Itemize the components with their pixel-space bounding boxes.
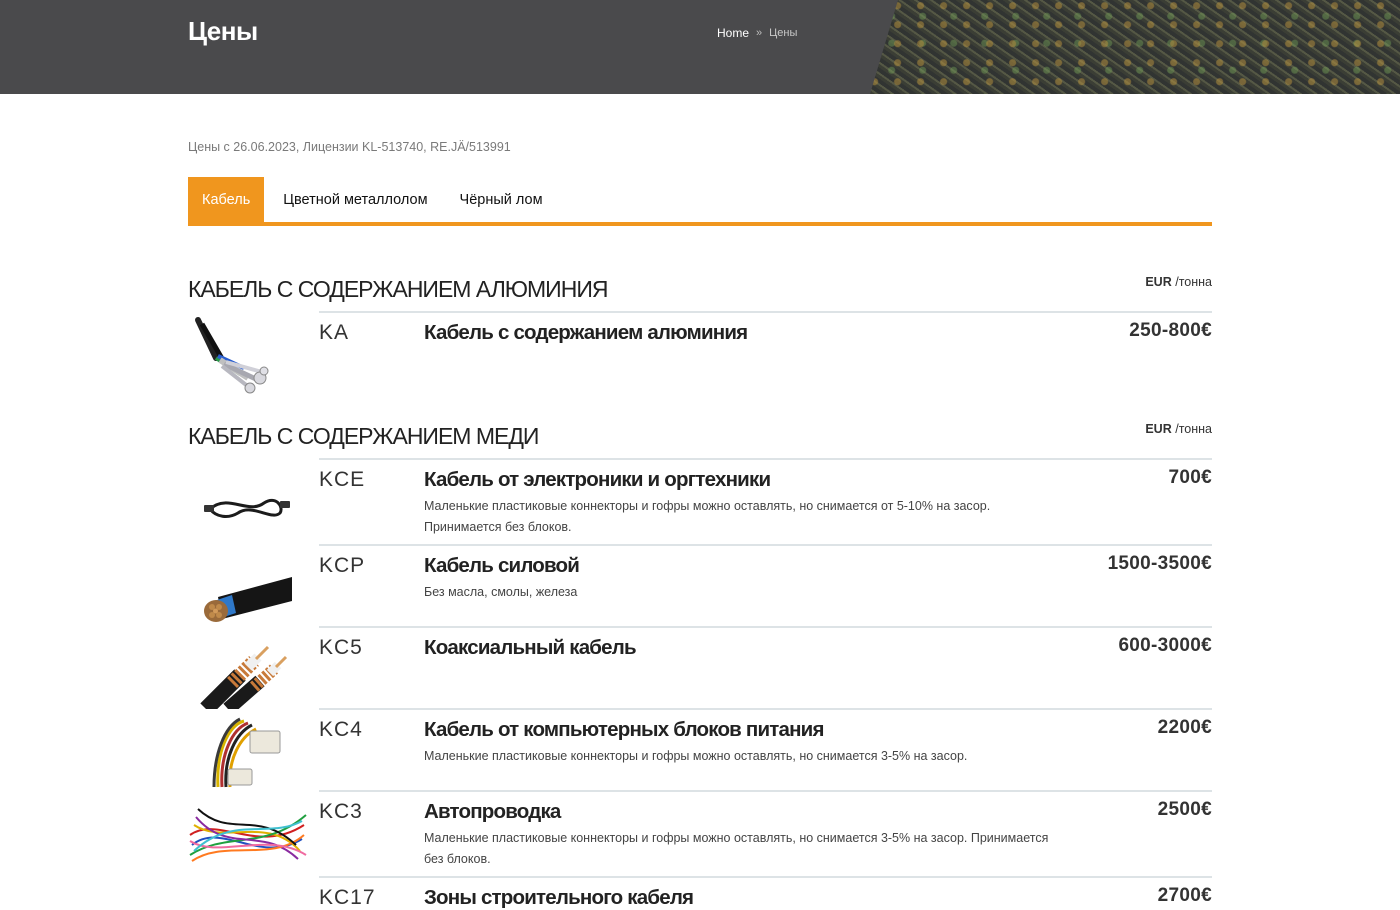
price-tabs: Кабель Цветной металлолом Чёрный лом	[188, 177, 1212, 226]
price-unit: EUR /тонна	[1145, 275, 1212, 289]
item-description: Без масла, смолы, железа	[424, 585, 578, 599]
item-price: 600-3000€	[1118, 635, 1212, 656]
price-unit: EUR /тонна	[1145, 422, 1212, 436]
item-code: KCE	[319, 468, 366, 491]
unit-per: /тонна	[1175, 275, 1212, 289]
unit-currency: EUR	[1145, 275, 1172, 289]
row-divider	[319, 876, 1212, 878]
item-price: 700€	[1168, 467, 1212, 488]
item-name: Автопроводка	[424, 800, 561, 823]
coaxial-cable-image	[200, 645, 288, 709]
item-code: KC5	[319, 636, 363, 659]
breadcrumb-separator: »	[756, 27, 763, 39]
row-divider	[319, 458, 1212, 460]
item-price: 250-800€	[1129, 320, 1212, 341]
section-title: КАБЕЛЬ С СОДЕРЖАНИЕМ АЛЮМИНИЯ	[188, 276, 608, 302]
item-code: KC4	[319, 718, 363, 741]
psu-cable-image	[212, 717, 281, 788]
license-text: Цены с 26.06.2023, Лицензии KL-513740, R…	[188, 140, 511, 154]
section-title: КАБЕЛЬ С СОДЕРЖАНИЕМ МЕДИ	[188, 423, 539, 449]
item-description: Маленькие пластиковые коннекторы и гофры…	[424, 831, 1049, 866]
power-cable-image	[204, 577, 292, 622]
page-header: Цены Home » Цены	[0, 0, 1400, 94]
item-price: 2500€	[1157, 799, 1212, 820]
unit-currency: EUR	[1145, 422, 1172, 436]
breadcrumb-home-link[interactable]: Home	[717, 26, 749, 40]
item-code: KC3	[319, 800, 363, 823]
row-divider	[319, 311, 1212, 313]
item-name: Кабель от электроники и оргтехники	[424, 468, 771, 491]
car-wiring-image	[189, 808, 307, 862]
breadcrumb: Home » Цены	[717, 26, 797, 40]
row-divider	[319, 544, 1212, 546]
item-description: Маленькие пластиковые коннекторы и гофры…	[424, 749, 968, 763]
breadcrumb-current: Цены	[769, 27, 798, 39]
aluminium-cable-image	[195, 317, 269, 394]
section-header-aluminium: КАБЕЛЬ С СОДЕРЖАНИЕМ АЛЮМИНИЯ EUR /тонна	[188, 275, 1212, 302]
item-code: KCP	[319, 554, 366, 577]
electronics-cable-image	[204, 498, 290, 518]
item-name: Кабель силовой	[424, 554, 580, 577]
item-price: 2700€	[1157, 885, 1212, 906]
item-description: Маленькие пластиковые коннекторы и гофры…	[424, 499, 991, 534]
item-code: KA	[319, 321, 350, 344]
item-price: 1500-3500€	[1107, 553, 1212, 574]
tab-cable[interactable]: Кабель	[188, 177, 265, 222]
unit-per: /тонна	[1175, 422, 1212, 436]
item-code: KC17	[319, 886, 376, 909]
item-name: Кабель с содержанием алюминия	[424, 321, 748, 344]
tab-nonferrous-scrap[interactable]: Цветной металлолом	[270, 177, 440, 222]
item-name: Кабель от компьютерных блоков питания	[424, 718, 824, 741]
item-price: 2200€	[1157, 717, 1212, 738]
item-name: Зоны строительного кабеля	[424, 886, 694, 909]
tab-ferrous-scrap[interactable]: Чёрный лом	[447, 177, 556, 222]
row-divider	[319, 790, 1212, 792]
page-title: Цены	[188, 16, 258, 46]
row-divider	[319, 626, 1212, 628]
header-cables-photo	[870, 0, 1400, 94]
section-header-copper: КАБЕЛЬ С СОДЕРЖАНИЕМ МЕДИ EUR /тонна	[188, 422, 1212, 449]
row-divider	[319, 708, 1212, 710]
item-name: Коаксиальный кабель	[424, 636, 637, 659]
